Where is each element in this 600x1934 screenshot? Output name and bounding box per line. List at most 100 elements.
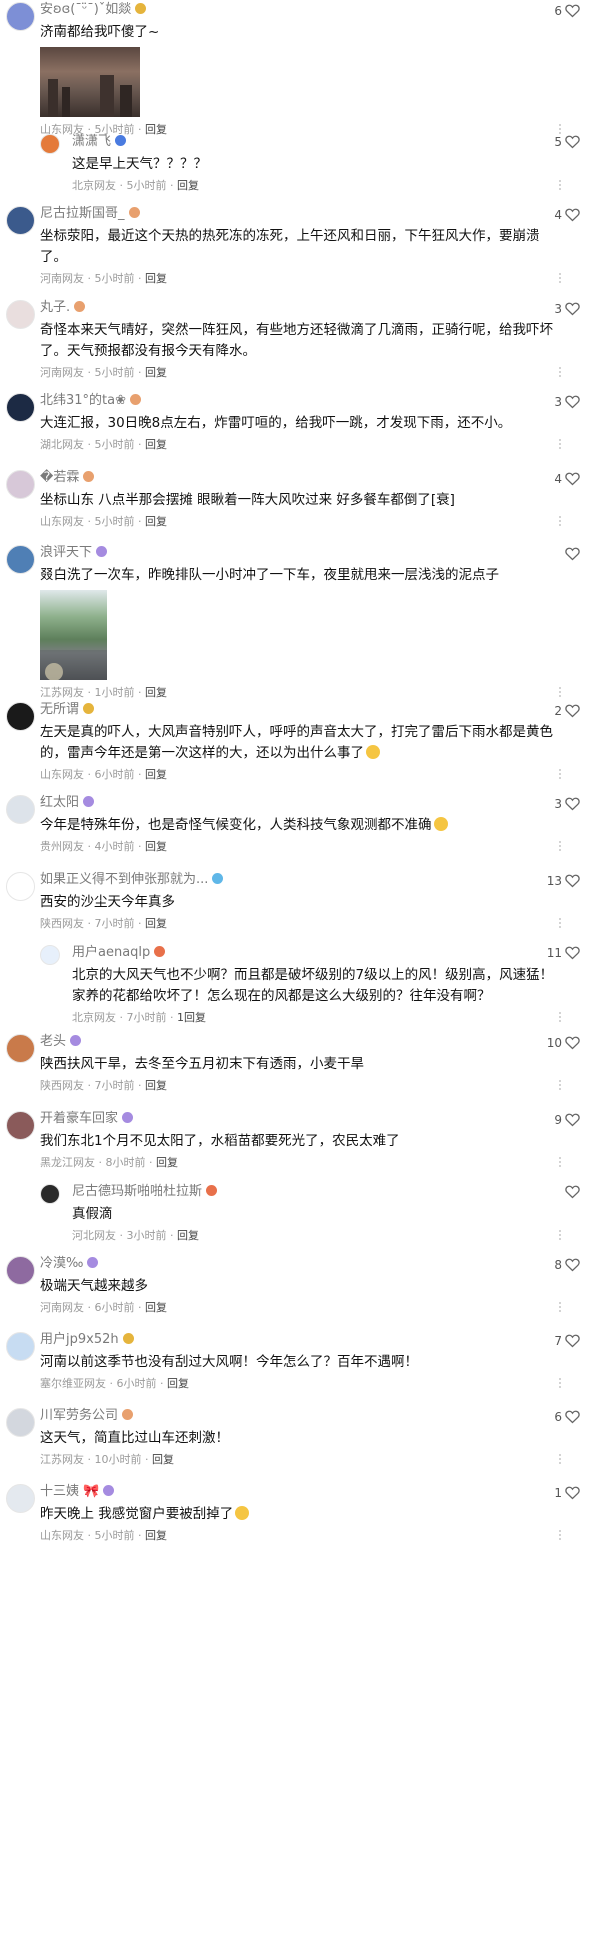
reply-button[interactable]: 1回复 xyxy=(177,1011,206,1024)
heart-icon[interactable] xyxy=(565,208,580,226)
username[interactable]: 浪评天下 xyxy=(40,545,108,561)
username-text[interactable]: 无所谓 xyxy=(40,702,79,717)
like-button[interactable] xyxy=(562,1184,580,1203)
reply-button[interactable]: 回复 xyxy=(145,840,167,853)
like-button[interactable]: 9 xyxy=(554,1112,580,1131)
like-button[interactable]: 3 xyxy=(554,796,580,815)
more-options-icon[interactable] xyxy=(559,841,562,853)
username-text[interactable]: �若霖 xyxy=(40,470,79,485)
avatar[interactable] xyxy=(6,300,35,329)
username-text[interactable]: 红太阳 xyxy=(40,795,79,810)
username-text[interactable]: 浪评天下 xyxy=(40,545,92,560)
reply-button[interactable]: 回复 xyxy=(145,123,167,136)
avatar[interactable] xyxy=(6,470,35,499)
heart-icon[interactable] xyxy=(565,1410,580,1428)
like-button[interactable]: 4 xyxy=(554,207,580,226)
reply-button[interactable]: 回复 xyxy=(177,179,199,192)
heart-icon[interactable] xyxy=(565,946,580,964)
avatar[interactable] xyxy=(6,1484,35,1513)
more-options-icon[interactable] xyxy=(559,1230,562,1242)
reply-button[interactable]: 回复 xyxy=(145,686,167,699)
like-button[interactable]: 7 xyxy=(554,1333,580,1352)
username-text[interactable]: 开着豪车回家 xyxy=(40,1111,118,1126)
heart-icon[interactable] xyxy=(565,135,580,153)
username[interactable]: 冷漠‰ xyxy=(40,1256,99,1272)
heart-icon[interactable] xyxy=(565,302,580,320)
avatar[interactable] xyxy=(6,872,35,901)
like-button[interactable]: 3 xyxy=(554,301,580,320)
username[interactable]: 十三姨 🎀 xyxy=(40,1484,115,1500)
reply-button[interactable]: 回复 xyxy=(156,1156,178,1169)
avatar[interactable] xyxy=(40,945,60,965)
more-options-icon[interactable] xyxy=(559,367,562,379)
avatar[interactable] xyxy=(6,1034,35,1063)
username-text[interactable]: 十三姨 🎀 xyxy=(40,1484,99,1499)
more-options-icon[interactable] xyxy=(559,1012,562,1024)
username[interactable]: 老头 xyxy=(40,1034,82,1050)
like-button[interactable]: 4 xyxy=(554,471,580,490)
reply-button[interactable]: 回复 xyxy=(152,1453,174,1466)
like-button[interactable]: 5 xyxy=(554,134,580,153)
more-options-icon[interactable] xyxy=(559,273,562,285)
heart-icon[interactable] xyxy=(565,1036,580,1054)
username[interactable]: 如果正义得不到伸张那就为... xyxy=(40,872,224,888)
like-button[interactable]: 8 xyxy=(554,1257,580,1276)
heart-icon[interactable] xyxy=(565,472,580,490)
username-text[interactable]: 北纬31°的ta❀ xyxy=(40,393,126,408)
heart-icon[interactable] xyxy=(565,797,580,815)
like-button[interactable]: 11 xyxy=(547,945,580,964)
heart-icon[interactable] xyxy=(565,704,580,722)
reply-button[interactable]: 回复 xyxy=(145,917,167,930)
more-options-icon[interactable] xyxy=(559,1080,562,1092)
more-options-icon[interactable] xyxy=(559,1378,562,1390)
username-text[interactable]: 丸子. xyxy=(40,300,70,315)
avatar[interactable] xyxy=(6,702,35,731)
heart-icon[interactable] xyxy=(565,1113,580,1131)
dark-sky-city-photo[interactable] xyxy=(40,47,140,117)
reply-button[interactable]: 回复 xyxy=(145,1529,167,1542)
username[interactable]: 开着豪车回家 xyxy=(40,1111,134,1127)
avatar[interactable] xyxy=(6,393,35,422)
avatar[interactable] xyxy=(40,134,60,154)
reply-button[interactable]: 回复 xyxy=(145,515,167,528)
heart-icon[interactable] xyxy=(565,1258,580,1276)
avatar[interactable] xyxy=(6,2,35,31)
avatar[interactable] xyxy=(6,1408,35,1437)
username[interactable]: 红太阳 xyxy=(40,795,95,811)
like-button[interactable]: 2 xyxy=(554,703,580,722)
username[interactable]: 用户jp9x52h xyxy=(40,1332,134,1348)
more-options-icon[interactable] xyxy=(559,516,562,528)
username-text[interactable]: 川军劳务公司 xyxy=(40,1408,118,1423)
username[interactable]: 尼古德玛斯啪啪杜拉斯 xyxy=(72,1184,218,1200)
reply-button[interactable]: 回复 xyxy=(145,438,167,451)
like-button[interactable]: 6 xyxy=(554,1409,580,1428)
avatar[interactable] xyxy=(6,545,35,574)
username[interactable]: 丸子. xyxy=(40,300,86,316)
reply-button[interactable]: 回复 xyxy=(145,1079,167,1092)
heart-icon[interactable] xyxy=(565,1334,580,1352)
more-options-icon[interactable] xyxy=(559,1530,562,1542)
like-button[interactable]: 6 xyxy=(554,3,580,22)
reply-button[interactable]: 回复 xyxy=(177,1229,199,1242)
avatar[interactable] xyxy=(40,1184,60,1204)
username[interactable]: 无所谓 xyxy=(40,702,95,718)
username[interactable]: 潇潇飞 xyxy=(72,134,127,150)
username[interactable]: �若霖 xyxy=(40,470,95,486)
like-button[interactable]: 10 xyxy=(547,1035,580,1054)
more-options-icon[interactable] xyxy=(559,918,562,930)
heart-icon[interactable] xyxy=(565,395,580,413)
username-text[interactable]: 老头 xyxy=(40,1034,66,1049)
more-options-icon[interactable] xyxy=(559,687,562,699)
username-text[interactable]: 安ʚɞ(¯ᵕ̈¯)ˇ如燚 xyxy=(40,2,131,17)
more-options-icon[interactable] xyxy=(559,1157,562,1169)
reply-button[interactable]: 回复 xyxy=(145,272,167,285)
username-text[interactable]: 尼古德玛斯啪啪杜拉斯 xyxy=(72,1184,202,1199)
username[interactable]: 北纬31°的ta❀ xyxy=(40,393,141,409)
heart-icon[interactable] xyxy=(565,547,580,565)
username[interactable]: 尼古拉斯国哥_ xyxy=(40,206,140,222)
heart-icon[interactable] xyxy=(565,4,580,22)
avatar[interactable] xyxy=(6,795,35,824)
more-options-icon[interactable] xyxy=(559,1302,562,1314)
username[interactable]: 用户aenaqlp xyxy=(72,945,166,961)
avatar[interactable] xyxy=(6,1256,35,1285)
